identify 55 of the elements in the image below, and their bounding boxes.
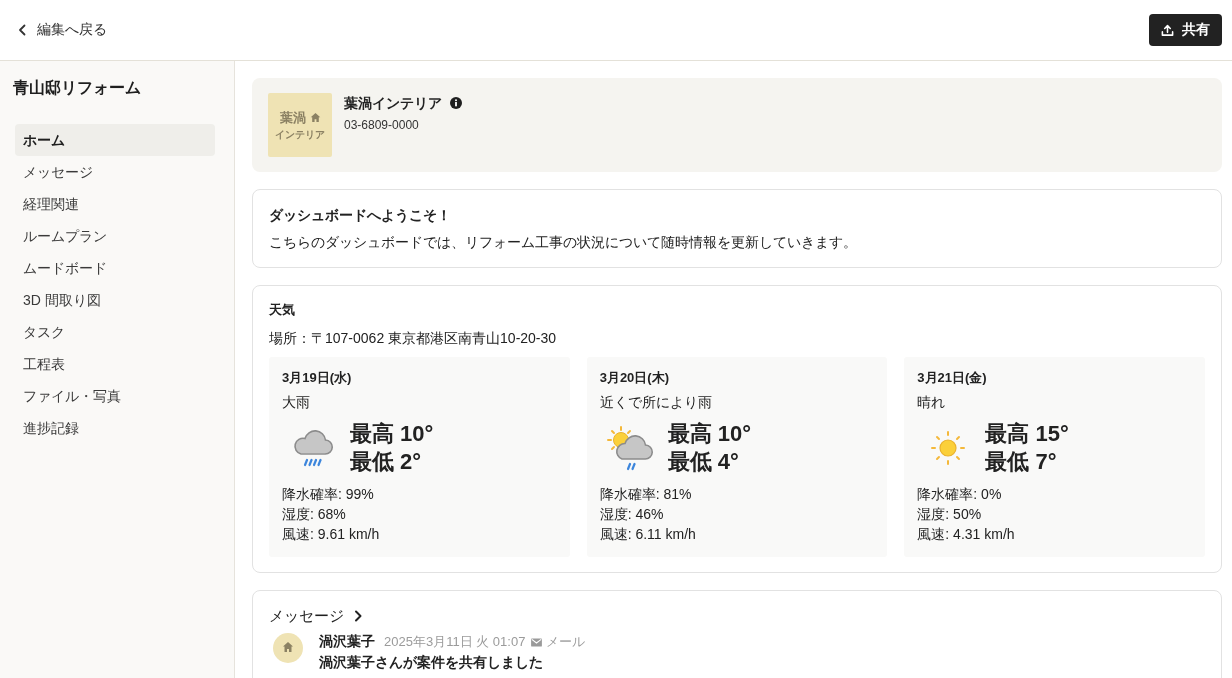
precipitation-text: 降水確率: 0% xyxy=(917,485,1003,504)
high-temperature: 最高 10° xyxy=(350,420,434,448)
forecast-condition: 近くで所により雨 xyxy=(599,393,713,412)
chevron-left-icon xyxy=(18,24,26,36)
welcome-title: ダッシュボードへようこそ！ xyxy=(269,206,452,225)
forecast-date: 3月21日(金) xyxy=(917,370,988,386)
nav-item[interactable]: 経理関連 xyxy=(15,188,215,220)
weather-title: 天気 xyxy=(269,301,296,319)
nav-item[interactable]: ホーム xyxy=(15,124,215,156)
share-icon xyxy=(1161,23,1174,37)
message-time: 2025年3月11日 火 01:07 xyxy=(384,633,526,651)
nav-item[interactable]: タスク xyxy=(15,316,215,348)
chevron-right-icon xyxy=(354,610,362,622)
mail-icon xyxy=(531,637,543,647)
forecast-condition: 大雨 xyxy=(282,393,311,412)
precipitation-text: 降水確率: 99% xyxy=(282,485,375,504)
welcome-text: こちらのダッシュボードでは、リフォーム工事の状況について随時情報を更新していきます。 xyxy=(269,233,858,252)
wind-text: 風速: 6.11 km/h xyxy=(599,525,697,544)
avatar-icon xyxy=(273,633,303,663)
wind-text: 風速: 9.61 km/h xyxy=(282,525,381,544)
forecast-date: 3月20日(木) xyxy=(599,370,670,386)
nav-item[interactable]: メッセージ xyxy=(15,156,215,188)
logo-text: 葉渦 xyxy=(279,109,306,126)
nav-item[interactable]: 工程表 xyxy=(15,348,215,380)
nav-item[interactable]: ルームプラン xyxy=(15,220,215,252)
humidity-text: 湿度: 50% xyxy=(917,505,983,524)
precipitation-text: 降水確率: 81% xyxy=(599,485,693,504)
sun-cloud-rain-icon xyxy=(605,423,656,473)
message-text: 渦沢葉子さんが案件を共有しました xyxy=(319,654,544,670)
share-button[interactable]: 共有 xyxy=(1149,14,1222,46)
low-temperature: 最低 7° xyxy=(985,448,1058,476)
humidity-text: 湿度: 46% xyxy=(599,505,665,524)
high-temperature: 最高 15° xyxy=(985,420,1069,448)
forecast-date: 3月19日(水) xyxy=(282,370,353,386)
forecast-condition: 晴れ xyxy=(917,393,947,412)
nav-item[interactable]: 進捗記録 xyxy=(15,412,215,444)
low-temperature: 最低 2° xyxy=(350,448,423,476)
weather-location: 場所：〒107-0062 東京都港区南青山10-20-30 xyxy=(269,329,558,348)
company-phone: 03-6809-0000 xyxy=(344,117,420,133)
wind-text: 風速: 4.31 km/h xyxy=(917,525,1016,544)
channel-label: メール xyxy=(546,633,586,651)
house-icon xyxy=(309,112,321,123)
back-link[interactable]: 編集へ戻る xyxy=(18,21,107,39)
nav-item[interactable]: ムードボード xyxy=(15,252,215,284)
company-name: 葉渦インテリア xyxy=(344,94,442,112)
messages-link[interactable]: メッセージ xyxy=(269,607,362,625)
logo-text: インテリア xyxy=(275,127,325,141)
nav-item[interactable]: ファイル・写真 xyxy=(15,380,215,412)
low-temperature: 最低 4° xyxy=(667,448,740,476)
sender-name: 渦沢葉子 xyxy=(319,633,375,651)
humidity-text: 湿度: 68% xyxy=(282,505,347,524)
project-title: 青山邸リフォーム xyxy=(13,78,142,98)
info-icon xyxy=(450,97,462,109)
nav-item[interactable]: 3D 間取り図 xyxy=(15,284,215,316)
high-temperature: 最高 10° xyxy=(667,420,752,448)
